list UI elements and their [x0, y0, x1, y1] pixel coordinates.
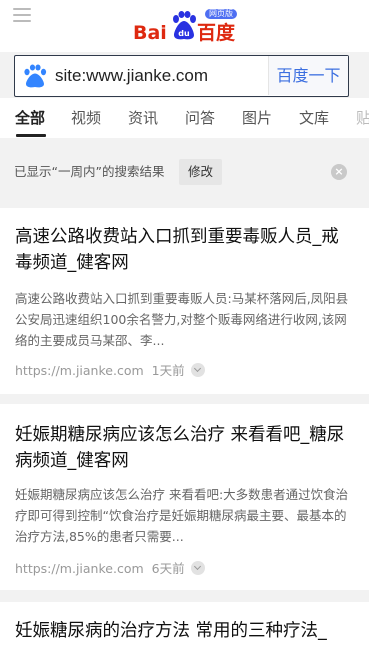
tab-qa[interactable]: 问答: [185, 108, 215, 128]
search-results-page: Bai du 网页版 百度 百度一下 全部 视频 资讯: [0, 0, 369, 662]
result-time: 6天前: [151, 561, 185, 576]
tab-images[interactable]: 图片: [242, 108, 272, 128]
result-card: 妊娠期糖尿病应该怎么治疗 来看看吧_糖尿病频道_健客网 妊娠期糖尿病应该怎么治疗…: [0, 404, 369, 590]
result-title[interactable]: 妊娠糖尿病的治疗方法 常用的三种疗法_: [15, 618, 369, 644]
logo-bai-text: Bai: [133, 22, 167, 44]
tab-news[interactable]: 资讯: [128, 108, 158, 128]
result-card: 妊娠糖尿病的治疗方法 常用的三种疗法_: [0, 602, 369, 662]
filter-text: 已显示“一周内”的搜索结果: [14, 164, 165, 179]
logo-paw-text: du: [178, 29, 190, 38]
result-meta: https://m.jianke.com 1天前: [15, 363, 205, 379]
result-abstract: 妊娠期糖尿病应该怎么治疗 来看看吧:大多数患者通过饮食治疗即可得到控制“饮食治疗…: [15, 487, 349, 544]
search-tabs: 全部 视频 资讯 问答 图片 文库 贴: [0, 98, 369, 138]
result-card: 高速公路收费站入口抓到重要毒贩人员_戒毒频道_健客网 高速公路收费站入口抓到重要…: [0, 208, 369, 394]
result-abstract: 高速公路收费站入口抓到重要毒贩人员:马某杯落网后,凤阳县公安局迅速组织100余名…: [15, 291, 349, 348]
tab-video[interactable]: 视频: [71, 108, 101, 128]
baidu-paw-icon: [24, 64, 47, 88]
search-box: 百度一下: [14, 55, 349, 97]
chevron-down-icon[interactable]: [190, 363, 205, 377]
tab-tieba[interactable]: 贴: [356, 108, 369, 128]
logo-du-text: 百度: [197, 22, 236, 44]
tab-all[interactable]: 全部: [15, 108, 45, 128]
baidu-paw-icon: du: [173, 11, 196, 40]
result-time: 1天前: [151, 363, 185, 378]
result-title[interactable]: 高速公路收费站入口抓到重要毒贩人员_戒毒频道_健客网: [15, 224, 355, 276]
tab-wenku[interactable]: 文库: [299, 108, 329, 128]
search-input[interactable]: [55, 56, 267, 95]
baidu-logo[interactable]: Bai du 网页版 百度: [133, 9, 237, 43]
active-tab-indicator: [16, 134, 46, 137]
search-button[interactable]: 百度一下: [268, 56, 348, 95]
result-meta: https://m.jianke.com 6天前: [15, 561, 205, 577]
time-filter-notice: 已显示“一周内”的搜索结果 修改 ×: [0, 146, 369, 200]
chevron-down-icon[interactable]: [190, 561, 205, 575]
result-url[interactable]: https://m.jianke.com: [15, 561, 144, 576]
menu-icon[interactable]: [13, 8, 31, 23]
header: Bai du 网页版 百度: [0, 0, 369, 52]
close-icon[interactable]: ×: [331, 164, 347, 180]
result-title[interactable]: 妊娠期糖尿病应该怎么治疗 来看看吧_糖尿病频道_健客网: [15, 422, 355, 474]
filter-edit-button[interactable]: 修改: [179, 159, 223, 185]
logo-badge: 网页版: [205, 9, 237, 19]
result-url[interactable]: https://m.jianke.com: [15, 363, 144, 378]
